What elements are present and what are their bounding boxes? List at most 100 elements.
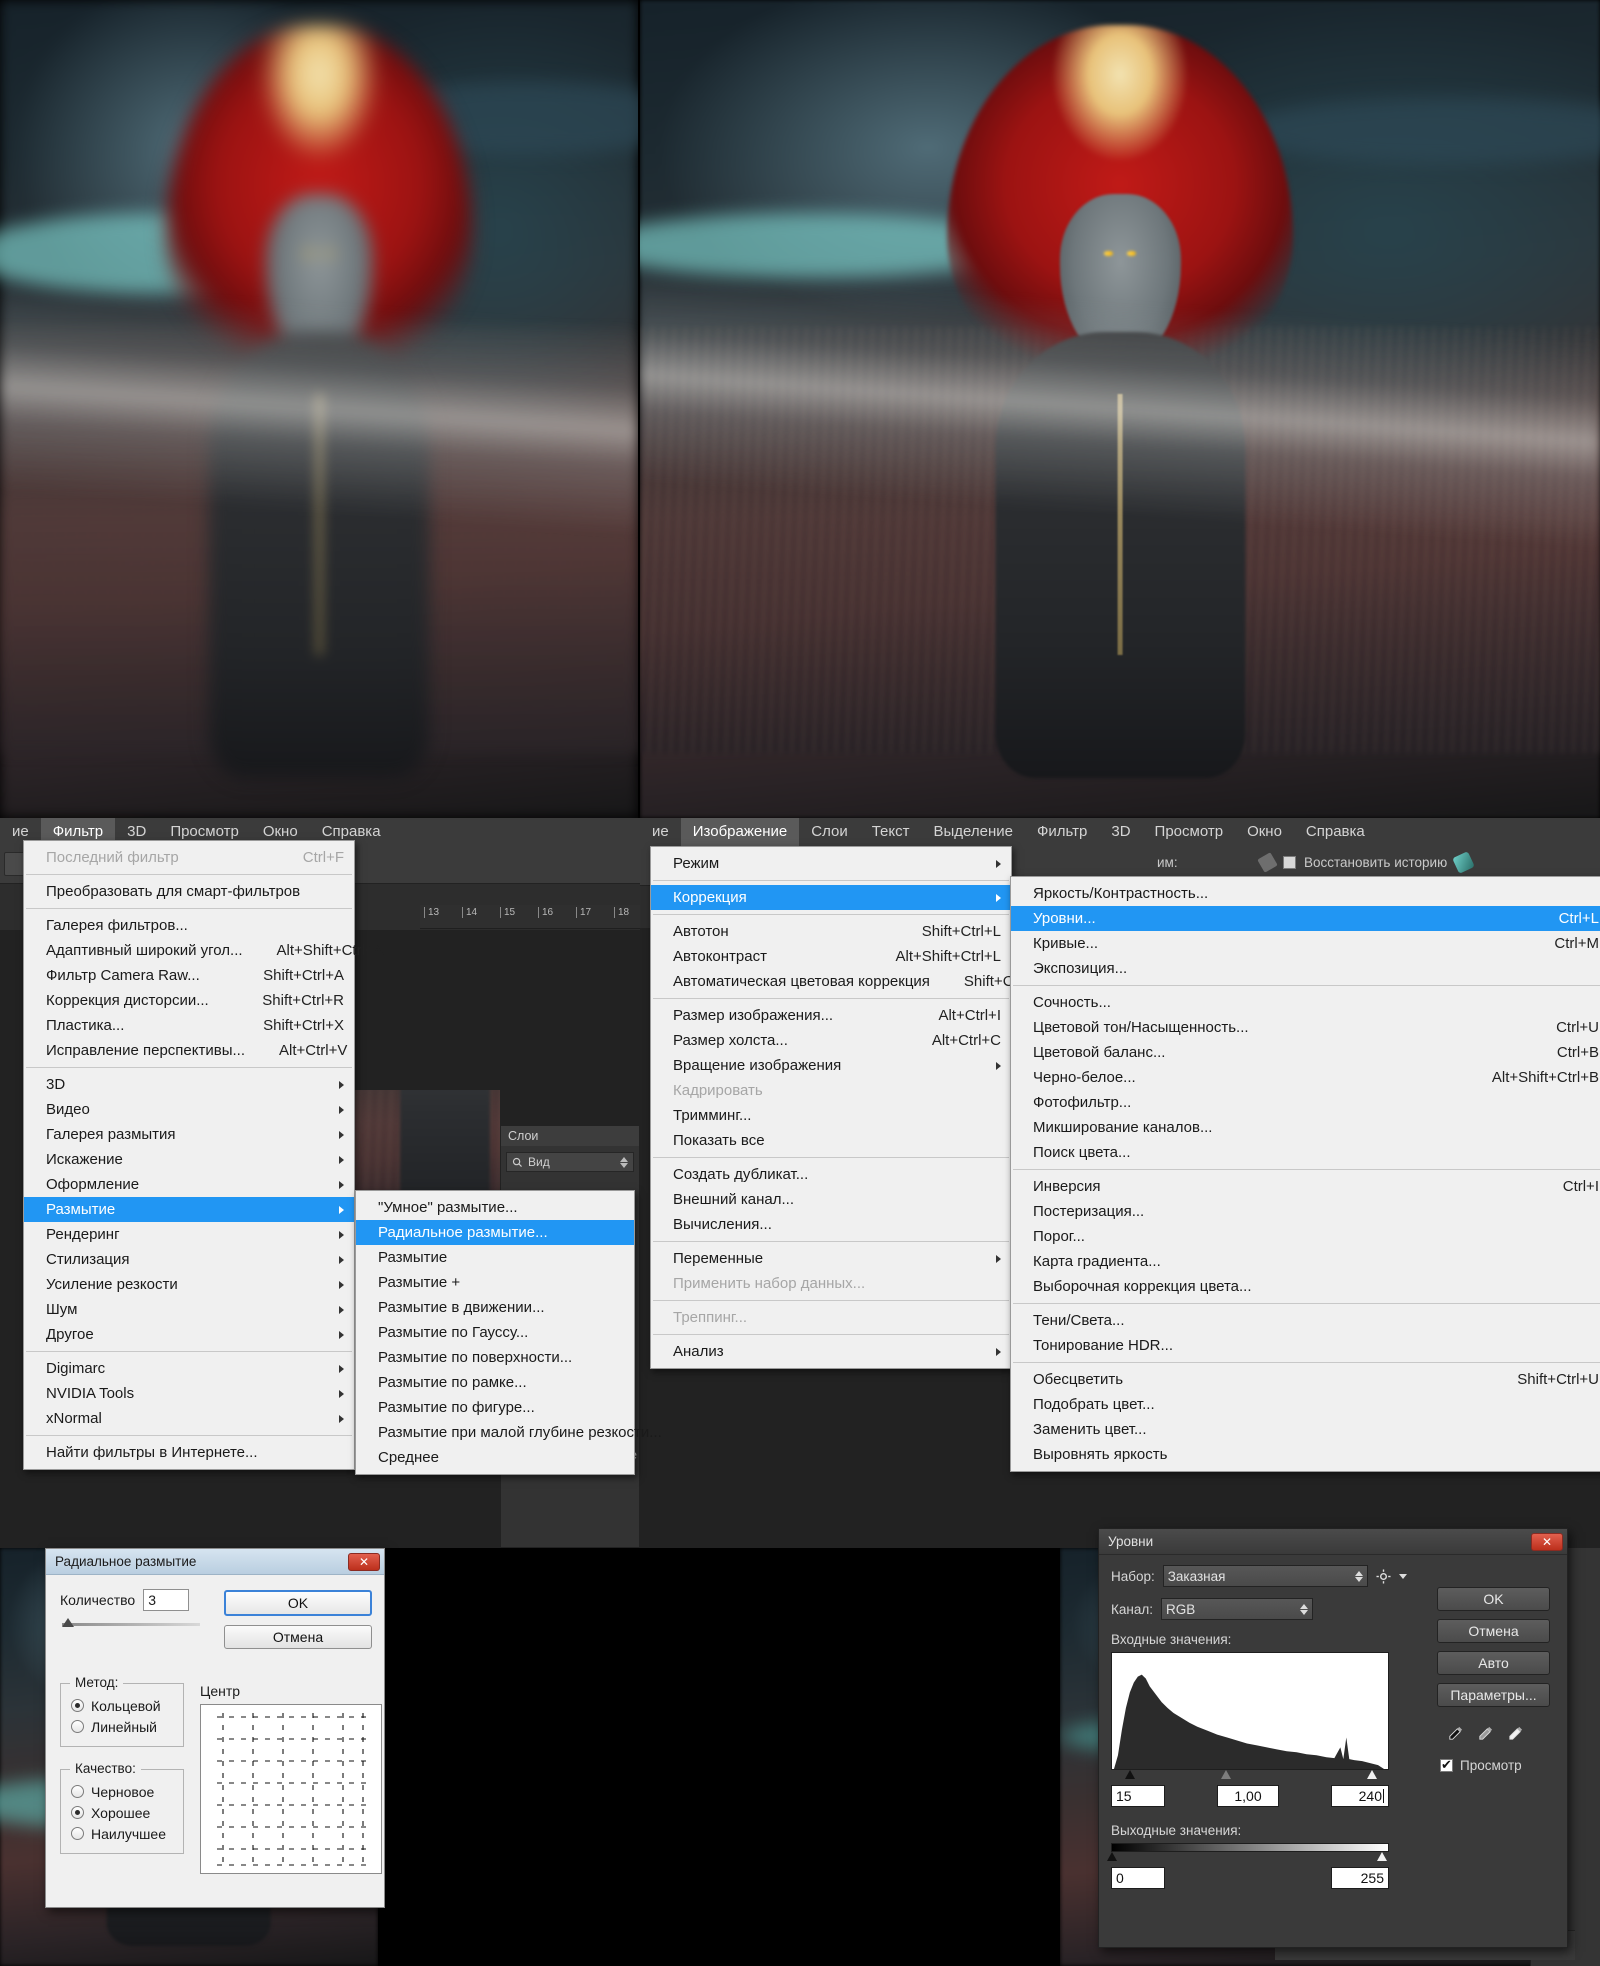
quality-option-draft[interactable]: Черновое <box>71 1781 173 1802</box>
blur-submenu-item-7[interactable]: Размытие по рамке... <box>356 1370 634 1395</box>
menubar-item-2[interactable]: Слои <box>799 818 859 846</box>
adjustments-submenu-item-6[interactable]: Цветовой тон/Насыщенность... Ctrl+U <box>1011 1015 1600 1040</box>
blur-center-preview[interactable] <box>200 1704 382 1874</box>
blur-submenu-item-2[interactable]: Размытие <box>356 1245 634 1270</box>
adjustments-submenu-item-25[interactable]: Выровнять яркость <box>1011 1442 1600 1467</box>
close-icon[interactable]: ✕ <box>348 1552 380 1571</box>
filter-menu-item-19[interactable]: Усиление резкости <box>24 1272 354 1297</box>
adjustments-submenu-item-20[interactable]: Тонирование HDR... <box>1011 1333 1600 1358</box>
method-option-zoom[interactable]: Линейный <box>71 1716 173 1737</box>
blur-submenu-item-3[interactable]: Размытие + <box>356 1270 634 1295</box>
filter-menu-item-16[interactable]: Размытие <box>24 1197 354 1222</box>
adjustments-submenu-item-24[interactable]: Заменить цвет... <box>1011 1417 1600 1442</box>
image-menu-item-9[interactable]: Размер холста... Alt+Ctrl+C <box>651 1028 1011 1053</box>
filter-menu-item-11[interactable]: 3D <box>24 1072 354 1097</box>
output-black-value[interactable]: 0 <box>1111 1867 1165 1889</box>
preset-select[interactable]: Заказная <box>1162 1565 1368 1587</box>
eyedropper-black-icon[interactable] <box>1447 1725 1464 1742</box>
output-white-slider[interactable] <box>1377 1852 1387 1861</box>
adjustments-submenu-item-15[interactable]: Порог... <box>1011 1224 1600 1249</box>
filter-menu-item-24[interactable]: NVIDIA Tools <box>24 1381 354 1406</box>
options-button[interactable]: Параметры... <box>1437 1683 1550 1707</box>
filter-menu-item-17[interactable]: Рендеринг <box>24 1222 354 1247</box>
input-black-slider[interactable] <box>1125 1770 1135 1779</box>
filter-menu-item-13[interactable]: Галерея размытия <box>24 1122 354 1147</box>
layers-search-stepper[interactable] <box>620 1156 628 1168</box>
preview-checkbox[interactable] <box>1440 1757 1453 1773</box>
blur-submenu-item-1[interactable]: Радиальное размытие... <box>356 1220 634 1245</box>
menubar-item-6[interactable]: 3D <box>1099 818 1142 846</box>
levels-titlebar[interactable]: Уровни ✕ <box>1099 1529 1567 1555</box>
image-menu-item-6[interactable]: Автоматическая цветовая коррекция Shift+C… <box>651 969 1045 994</box>
output-level-sliders[interactable] <box>1107 1852 1389 1863</box>
image-menu[interactable]: Режим Коррекция Автотон Shift+Ctrl+L Автокон… <box>650 846 1045 1369</box>
filter-menu-item-18[interactable]: Стилизация <box>24 1247 354 1272</box>
input-level-sliders[interactable] <box>1111 1770 1389 1781</box>
image-menu-item-2[interactable]: Коррекция <box>651 885 1011 910</box>
output-white-value[interactable]: 255 <box>1331 1867 1389 1889</box>
adjustments-submenu-item-17[interactable]: Выборочная коррекция цвета... <box>1011 1274 1600 1299</box>
gear-icon[interactable] <box>1376 1568 1391 1584</box>
filter-menu-item-14[interactable]: Искажение <box>24 1147 354 1172</box>
image-menu-item-19[interactable]: Переменные <box>651 1246 1011 1271</box>
adjustments-submenu-item-22[interactable]: Обесцветить Shift+Ctrl+U <box>1011 1367 1600 1392</box>
amount-slider[interactable] <box>62 1618 200 1627</box>
channel-stepper[interactable] <box>1299 1603 1308 1615</box>
levels-dialog[interactable]: Уровни ✕ Набор: Заказная Канал: RGB Вход… <box>1098 1528 1568 1948</box>
image-menu-item-17[interactable]: Вычисления... <box>651 1212 1011 1237</box>
adjustments-submenu-item-1[interactable]: Уровни... Ctrl+L <box>1011 906 1600 931</box>
eyedropper-gray-icon[interactable] <box>1477 1725 1494 1742</box>
amount-input[interactable]: 3 <box>143 1589 190 1611</box>
filter-menu[interactable]: Последний фильтр Ctrl+F Преобразовать для … <box>23 840 384 1470</box>
blur-submenu[interactable]: "Умное" размытие... Радиальное размытие..… <box>355 1190 662 1475</box>
adjustments-submenu-item-13[interactable]: Инверсия Ctrl+I <box>1011 1174 1600 1199</box>
filter-menu-item-5[interactable]: Адаптивный широкий угол... Alt+Shift+Ctrl… <box>24 938 384 963</box>
radial-blur-titlebar[interactable]: Радиальное размытие ✕ <box>46 1549 384 1575</box>
adjustments-submenu-item-7[interactable]: Цветовой баланс... Ctrl+B <box>1011 1040 1600 1065</box>
adjustments-submenu-item-8[interactable]: Черно-белое... Alt+Shift+Ctrl+B <box>1011 1065 1600 1090</box>
filter-menu-item-6[interactable]: Фильтр Camera Raw... Shift+Ctrl+A <box>24 963 354 988</box>
adjustments-submenu-item-9[interactable]: Фотофильтр... <box>1011 1090 1600 1115</box>
image-menu-item-8[interactable]: Размер изображения... Alt+Ctrl+I <box>651 1003 1011 1028</box>
input-white-slider[interactable] <box>1367 1770 1377 1779</box>
image-menu-item-13[interactable]: Показать все <box>651 1128 1011 1153</box>
image-menu-item-15[interactable]: Создать дубликат... <box>651 1162 1011 1187</box>
restore-history-row[interactable]: Восстановить историю <box>1257 851 1475 874</box>
filter-menu-item-7[interactable]: Коррекция дисторсии... Shift+Ctrl+R <box>24 988 354 1013</box>
menubar-item-3[interactable]: Текст <box>860 818 922 846</box>
auto-button[interactable]: Авто <box>1437 1651 1550 1675</box>
channel-select[interactable]: RGB <box>1160 1598 1313 1620</box>
input-gamma-value[interactable]: 1,00 <box>1217 1785 1279 1807</box>
image-menu-item-16[interactable]: Внешний канал... <box>651 1187 1011 1212</box>
ok-button[interactable]: OK <box>1437 1587 1550 1611</box>
input-white-value[interactable]: 240 <box>1331 1785 1389 1807</box>
quality-option-good[interactable]: Хорошее <box>71 1802 173 1823</box>
preset-stepper[interactable] <box>1354 1570 1363 1582</box>
adjustments-submenu-item-23[interactable]: Подобрать цвет... <box>1011 1392 1600 1417</box>
adjustments-submenu-item-10[interactable]: Микширование каналов... <box>1011 1115 1600 1140</box>
filter-menu-item-27[interactable]: Найти фильтры в Интернете... <box>24 1440 354 1465</box>
image-menu-item-0[interactable]: Режим <box>651 851 1011 876</box>
adjustments-submenu[interactable]: Яркость/Контрастность... Уровни... Ctrl+L К… <box>1010 876 1600 1472</box>
restore-history-checkbox[interactable] <box>1283 856 1296 869</box>
adjustments-submenu-item-2[interactable]: Кривые... Ctrl+M <box>1011 931 1600 956</box>
filter-menu-item-9[interactable]: Исправление перспективы... Alt+Ctrl+V <box>24 1038 354 1063</box>
adjustments-submenu-item-19[interactable]: Тени/Света... <box>1011 1308 1600 1333</box>
blur-submenu-item-6[interactable]: Размытие по поверхности... <box>356 1345 634 1370</box>
menubar-item-4[interactable]: Выделение <box>921 818 1024 846</box>
cancel-button[interactable]: Отмена <box>1437 1619 1550 1643</box>
menubar-item-8[interactable]: Окно <box>1235 818 1294 846</box>
menubar-item-5[interactable]: Фильтр <box>1025 818 1099 846</box>
image-menu-item-24[interactable]: Анализ <box>651 1339 1011 1364</box>
filter-menu-item-25[interactable]: xNormal <box>24 1406 354 1431</box>
filter-menu-item-8[interactable]: Пластика... Shift+Ctrl+X <box>24 1013 354 1038</box>
layers-search-row[interactable]: Вид <box>506 1152 634 1172</box>
blur-submenu-item-5[interactable]: Размытие по Гауссу... <box>356 1320 634 1345</box>
close-icon[interactable]: ✕ <box>1531 1532 1563 1551</box>
filter-menu-item-20[interactable]: Шум <box>24 1297 354 1322</box>
filter-menu-item-23[interactable]: Digimarc <box>24 1356 354 1381</box>
preset-menu-arrow-icon[interactable] <box>1398 1573 1407 1579</box>
filter-menu-item-12[interactable]: Видео <box>24 1097 354 1122</box>
menubar-item-0[interactable]: ие <box>640 818 681 846</box>
input-black-value[interactable]: 15 <box>1111 1785 1165 1807</box>
